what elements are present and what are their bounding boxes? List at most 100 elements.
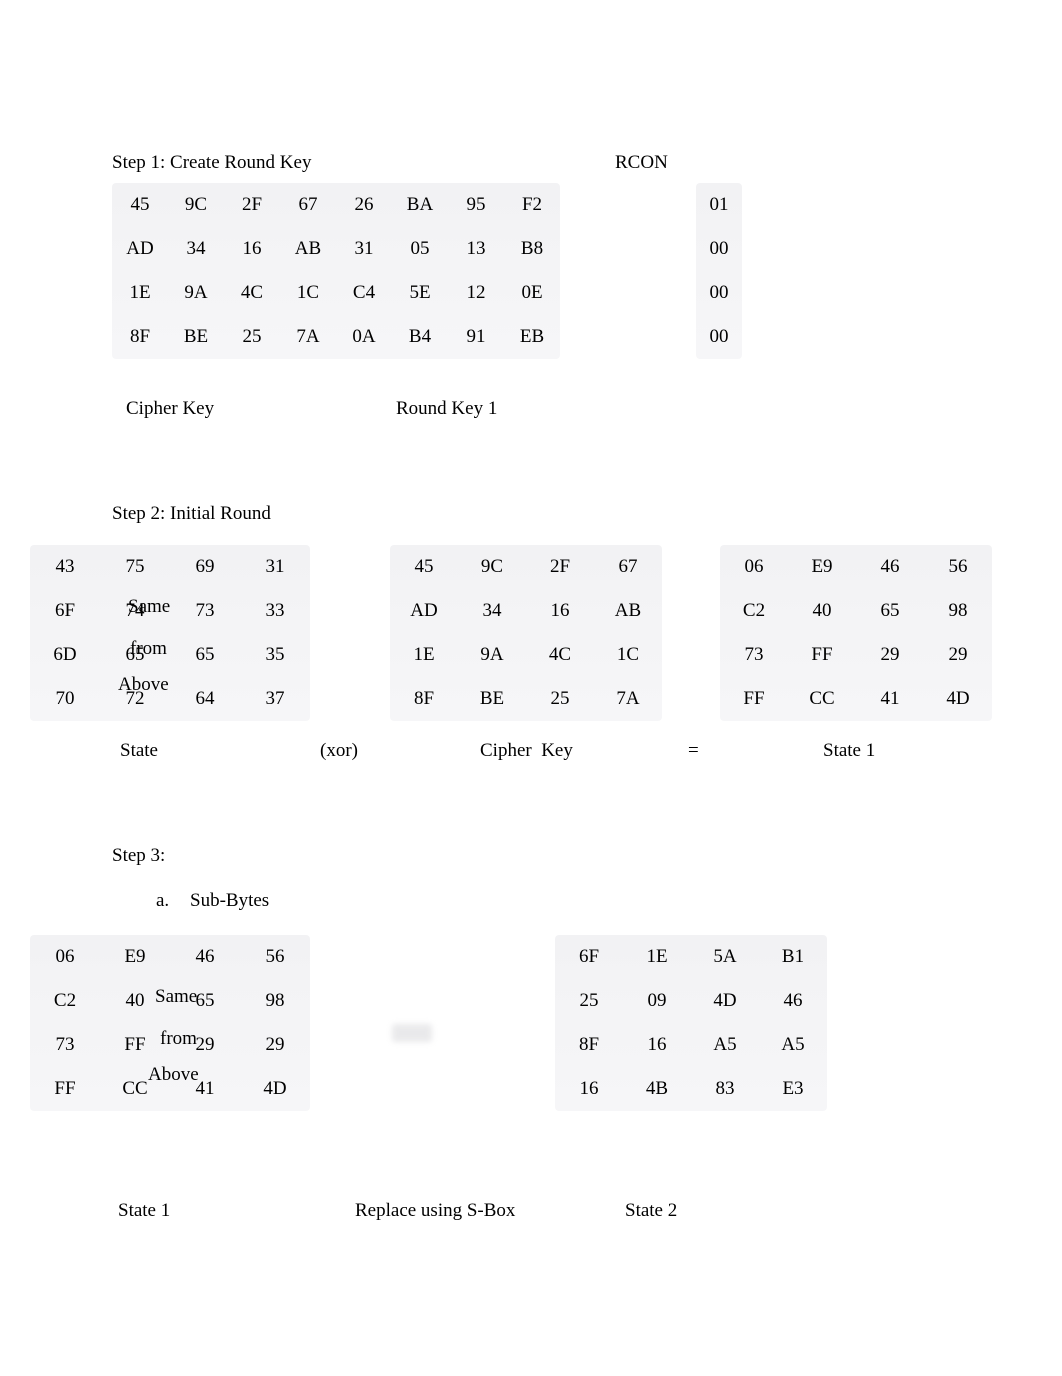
- cell: 5A: [691, 935, 759, 979]
- cell: 29: [856, 633, 924, 677]
- cell: 29: [924, 633, 992, 677]
- cell: AB: [280, 227, 336, 271]
- cell: 65: [100, 633, 170, 677]
- step2-title: Step 2: Initial Round: [112, 503, 271, 525]
- cell: B4: [392, 315, 448, 359]
- cell: 67: [594, 545, 662, 589]
- cell: 4B: [623, 1067, 691, 1111]
- cell: 06: [30, 935, 100, 979]
- cell: 29: [170, 1023, 240, 1067]
- cell: C4: [336, 271, 392, 315]
- cell: 25: [526, 677, 594, 721]
- cell: 16: [623, 1023, 691, 1067]
- state1-label: State 1: [823, 740, 875, 762]
- cell: 4D: [691, 979, 759, 1023]
- cell: 43: [30, 545, 100, 589]
- cell: AD: [112, 227, 168, 271]
- step1-title: Step 1: Create Round Key: [112, 152, 311, 174]
- round-key-label: Round Key 1: [396, 398, 497, 420]
- eq-op: =: [688, 740, 699, 762]
- cell: 00: [696, 271, 742, 315]
- cell: EB: [504, 315, 560, 359]
- cell: 33: [240, 589, 310, 633]
- cell: F2: [504, 183, 560, 227]
- cell: 2F: [224, 183, 280, 227]
- cell: 4C: [224, 271, 280, 315]
- cell: 4D: [240, 1067, 310, 1111]
- cell: 73: [720, 633, 788, 677]
- cell: 7A: [594, 677, 662, 721]
- cell: FF: [30, 1067, 100, 1111]
- cell: 46: [759, 979, 827, 1023]
- step3-sub-a-label: Sub-Bytes: [190, 890, 269, 912]
- cell: 6F: [30, 589, 100, 633]
- cell: CC: [100, 1067, 170, 1111]
- cell: 06: [720, 545, 788, 589]
- cell: 8F: [112, 315, 168, 359]
- cell: 26: [336, 183, 392, 227]
- cell: 6F: [555, 935, 623, 979]
- cell: 1E: [112, 271, 168, 315]
- cell: 13: [448, 227, 504, 271]
- cell: 6D: [30, 633, 100, 677]
- state2-label: State 2: [625, 1200, 677, 1222]
- cell: 40: [100, 979, 170, 1023]
- cell: 16: [526, 589, 594, 633]
- cell: 67: [280, 183, 336, 227]
- cell: 41: [170, 1067, 240, 1111]
- cell: AD: [390, 589, 458, 633]
- cell: 95: [448, 183, 504, 227]
- cell: 8F: [555, 1023, 623, 1067]
- cell: 40: [788, 589, 856, 633]
- cell: 74: [100, 589, 170, 633]
- state1b-matrix: 06E94656C240659873FF2929FFCC414D: [30, 935, 310, 1111]
- cell: 9A: [168, 271, 224, 315]
- cell: 9C: [168, 183, 224, 227]
- cell: 83: [691, 1067, 759, 1111]
- cell: C2: [30, 979, 100, 1023]
- step3-sub-a: a.: [156, 890, 169, 912]
- cell: 56: [924, 545, 992, 589]
- cell: 1E: [390, 633, 458, 677]
- cell: 1C: [594, 633, 662, 677]
- cell: CC: [788, 677, 856, 721]
- cell: 16: [224, 227, 280, 271]
- arrow-placeholder: [392, 1024, 432, 1042]
- cell: 65: [170, 633, 240, 677]
- cell: 75: [100, 545, 170, 589]
- step3-title: Step 3:: [112, 845, 165, 867]
- state1-matrix: 06E94656C240659873FF2929FFCC414D: [720, 545, 992, 721]
- cell: 16: [555, 1067, 623, 1111]
- cell: E9: [100, 935, 170, 979]
- state1-label-2: State 1: [118, 1200, 170, 1222]
- cell: 41: [856, 677, 924, 721]
- cell: A5: [691, 1023, 759, 1067]
- cell: 65: [856, 589, 924, 633]
- step1-matrix: 459C2F6726BA95F2AD3416AB310513B81E9A4C1C…: [112, 183, 560, 359]
- cell: 98: [240, 979, 310, 1023]
- cell: 69: [170, 545, 240, 589]
- cell: 00: [696, 315, 742, 359]
- cell: 1E: [623, 935, 691, 979]
- cell: 73: [30, 1023, 100, 1067]
- cell: 29: [240, 1023, 310, 1067]
- cell: 45: [112, 183, 168, 227]
- cell: A5: [759, 1023, 827, 1067]
- cipher-key-label: Cipher Key: [126, 398, 214, 420]
- cell: 46: [856, 545, 924, 589]
- cell: 34: [168, 227, 224, 271]
- state2-matrix: 6F1E5AB125094D468F16A5A5164B83E3: [555, 935, 827, 1111]
- cell: 64: [170, 677, 240, 721]
- cell: 09: [623, 979, 691, 1023]
- cell: 25: [555, 979, 623, 1023]
- cell: 72: [100, 677, 170, 721]
- state-label: State: [120, 740, 158, 762]
- cell: 7A: [280, 315, 336, 359]
- replace-label: Replace using S-Box: [355, 1200, 515, 1222]
- cell: FF: [720, 677, 788, 721]
- cell: 0E: [504, 271, 560, 315]
- cell: 46: [170, 935, 240, 979]
- cell: B1: [759, 935, 827, 979]
- cell: FF: [788, 633, 856, 677]
- cell: E9: [788, 545, 856, 589]
